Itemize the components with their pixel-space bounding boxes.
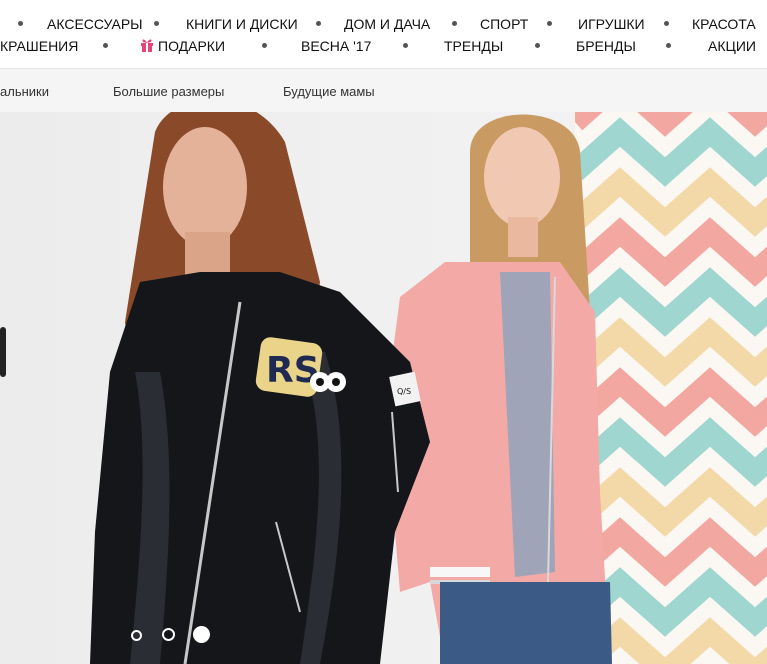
nav-separator-dot [535,43,540,48]
nav-item-toys[interactable]: ИГРУШКИ [578,15,645,33]
nav-item-jewelry[interactable]: КРАШЕНИЯ [0,37,78,55]
top-navigation: АКСЕССУАРЫ КНИГИ И ДИСКИ ДОМ И ДАЧА СПОР… [0,0,767,69]
slider-dot-3-active[interactable] [193,626,210,643]
subnav-item-maternity[interactable]: Будущие мамы [283,84,375,100]
nav-item-gifts-label: ПОДАРКИ [158,38,226,54]
nav-item-accessories[interactable]: АКСЕССУАРЫ [47,15,143,33]
nav-separator-dot [664,21,669,26]
banner-image: RS Q/S [0,112,767,664]
nav-separator-dot [666,43,671,48]
nav-item-sales[interactable]: АКЦИИ [708,37,756,55]
nav-item-sport[interactable]: СПОРТ [480,15,528,33]
nav-item-spring[interactable]: ВЕСНА '17 [301,37,371,55]
nav-item-home-garden[interactable]: ДОМ И ДАЧА [344,15,430,33]
slider-dot-2[interactable] [162,628,175,641]
slider-dot-1[interactable] [131,630,142,641]
nav-separator-dot [103,43,108,48]
gift-icon [141,39,153,52]
subnav-item-plus-size[interactable]: Большие размеры [113,84,224,100]
nav-separator-dot [547,21,552,26]
hero-banner[interactable]: RS Q/S [0,112,767,664]
nav-separator-dot [154,21,159,26]
qs-badge-text: Q/S [397,387,411,396]
nav-item-beauty[interactable]: КРАСОТА [692,15,756,33]
nav-separator-dot [18,21,23,26]
nav-separator-dot [262,43,267,48]
nav-item-gifts[interactable]: ПОДАРКИ [140,37,225,55]
nav-separator-dot [452,21,457,26]
nav-item-books[interactable]: КНИГИ И ДИСКИ [186,15,298,33]
nav-item-trends[interactable]: ТРЕНДЫ [444,37,503,55]
nav-separator-dot [316,21,321,26]
nav-item-brands[interactable]: БРЕНДЫ [576,37,636,55]
nav-separator-dot [403,43,408,48]
subnav-item-swimwear[interactable]: альники [0,84,49,100]
